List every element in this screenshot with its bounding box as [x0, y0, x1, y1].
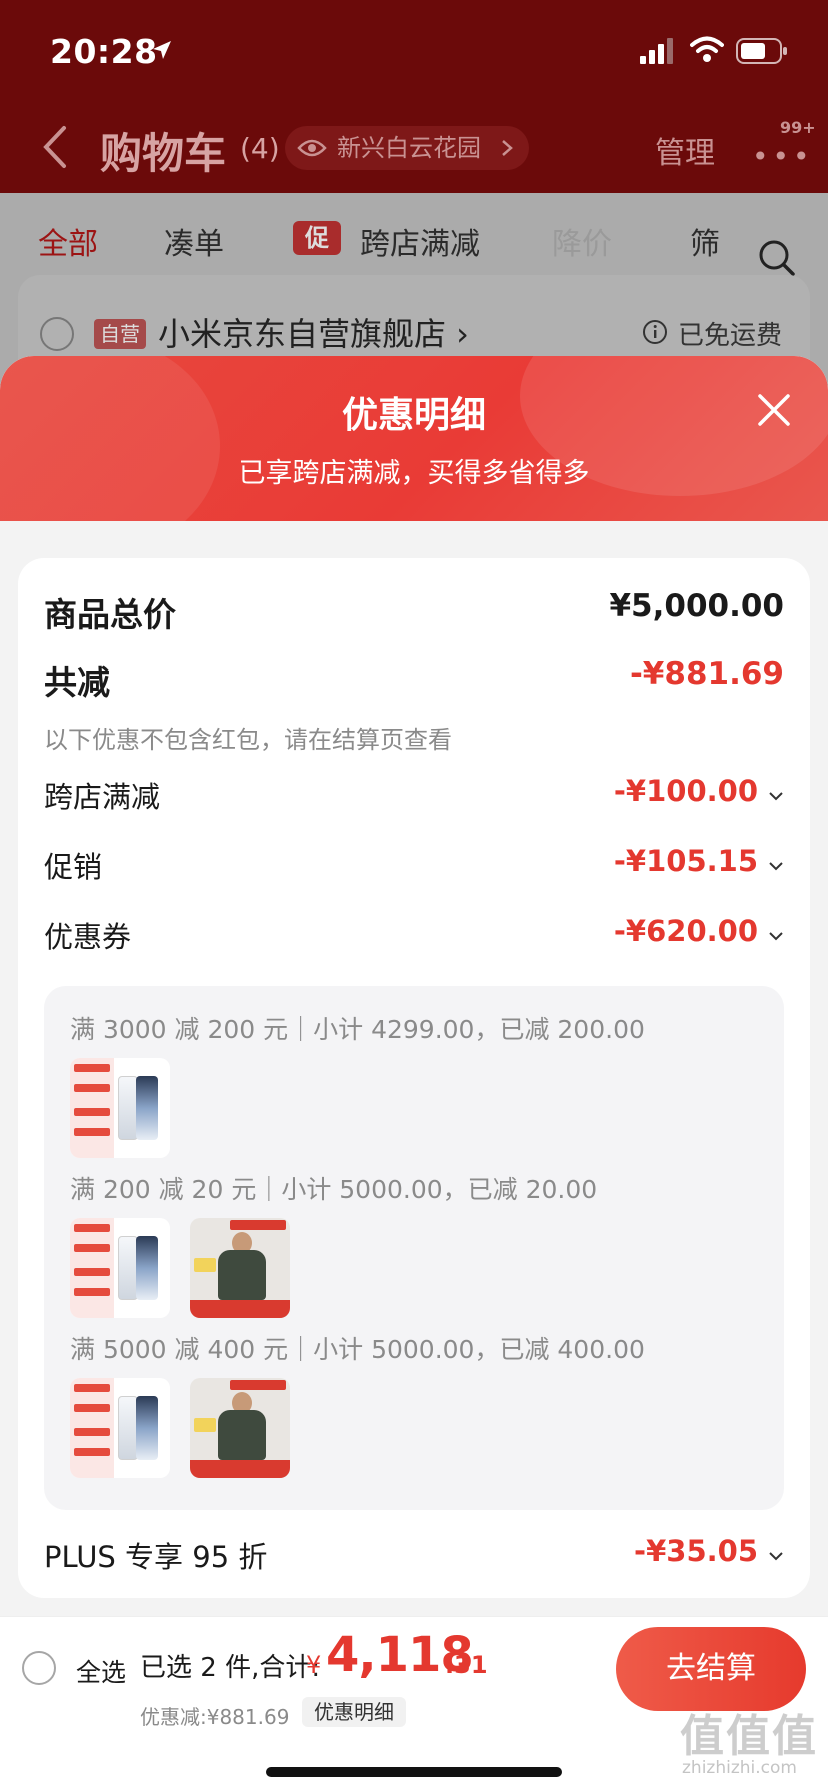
- saved-amount: 优惠减:¥881.69: [140, 1705, 290, 1729]
- chevron-down-icon: [769, 792, 783, 801]
- plus-discount-value: -¥35.05: [634, 1534, 758, 1568]
- red-packet-note: 以下优惠不包含红包，请在结算页查看: [44, 726, 452, 754]
- coupon-rule: 满 3000 减 200 元｜小计 4299.00，已减 200.00: [70, 1015, 645, 1044]
- coupon-rule: 满 5000 减 400 元｜小计 5000.00，已减 400.00: [70, 1335, 645, 1364]
- plus-discount-row[interactable]: PLUS 专享 95 折 -¥35.05: [44, 1534, 784, 1578]
- sheet-subtitle: 已享跨店满减，买得多省得多: [238, 458, 590, 489]
- page-title: 购物车: [100, 129, 227, 178]
- discount-label: 跨店满减: [44, 780, 161, 814]
- location-arrow-icon: [153, 41, 171, 59]
- promo-tag: 促: [293, 221, 341, 255]
- address-text: 新兴白云花园: [337, 134, 481, 162]
- info-icon: [643, 320, 667, 344]
- discount-row[interactable]: 优惠券 -¥620.00: [44, 914, 784, 958]
- tab-combine[interactable]: 凑单: [164, 219, 224, 263]
- close-icon[interactable]: [756, 392, 792, 428]
- discount-value: -¥105.15: [613, 844, 758, 878]
- tab-filter[interactable]: 筛: [690, 219, 720, 263]
- select-all-label[interactable]: 全选: [76, 1653, 126, 1689]
- home-indicator[interactable]: [266, 1767, 562, 1777]
- more-menu-icon[interactable]: •••: [752, 140, 814, 173]
- discount-value: -¥100.00: [613, 774, 758, 808]
- battery-icon: [736, 38, 787, 64]
- total-reduce-value: -¥881.69: [629, 656, 784, 692]
- chevron-down-icon: [769, 1552, 783, 1561]
- store-select-radio[interactable]: [40, 317, 74, 351]
- status-time: 20:28: [50, 32, 158, 71]
- coupon-rule: 满 200 减 20 元｜小计 5000.00，已减 20.00: [70, 1175, 598, 1204]
- selected-summary: 已选 2 件,合计:: [140, 1653, 321, 1683]
- select-all-radio[interactable]: [22, 1651, 56, 1685]
- discount-row[interactable]: 促销 -¥105.15: [44, 844, 784, 888]
- top-bar: 20:28 购物车 (4) 新兴白云花园 管理 ••• 99+: [0, 0, 828, 193]
- address-selector[interactable]: 新兴白云花园: [285, 126, 529, 170]
- discount-row[interactable]: 跨店满减 -¥100.00: [44, 774, 784, 818]
- total-decimal: .31: [445, 1651, 488, 1679]
- product-thumbnail[interactable]: [70, 1058, 170, 1158]
- sheet-header: 优惠明细 已享跨店满减，买得多省得多: [0, 356, 828, 521]
- product-thumbnail[interactable]: [190, 1218, 290, 1318]
- cart-header: 购物车 (4) 新兴白云花园 管理 ••• 99+: [0, 110, 828, 190]
- plus-discount-label: PLUS 专享 95 折: [44, 1540, 268, 1574]
- status-bar: 20:28: [0, 0, 828, 100]
- chevron-down-icon: [769, 932, 783, 941]
- sheet-title: 优惠明细: [341, 395, 486, 436]
- total-price-value: ¥5,000.00: [609, 588, 784, 624]
- header-decoration: [0, 356, 220, 521]
- product-thumbnail[interactable]: [190, 1378, 290, 1478]
- back-arrow-icon[interactable]: [40, 124, 70, 170]
- coupon-detail-box: 满 3000 减 200 元｜小计 4299.00，已减 200.00 满 20…: [44, 986, 784, 1510]
- chevron-down-icon: [769, 862, 783, 871]
- total-reduce-label: 共减: [44, 663, 110, 702]
- watermark-logo: 值值值: [680, 1711, 818, 1762]
- message-badge: 99+: [780, 118, 816, 137]
- tab-price-drop[interactable]: 降价: [552, 219, 612, 263]
- discount-label: 促销: [44, 850, 103, 884]
- total-reduce-row: 共减 -¥881.69: [44, 656, 784, 702]
- cart-count: (4): [240, 132, 280, 165]
- tab-all[interactable]: 全部: [38, 219, 98, 263]
- checkout-button[interactable]: 去结算: [616, 1627, 806, 1711]
- watermark-site: zhizhizhi.com: [682, 1758, 797, 1778]
- total-currency: ¥: [306, 1651, 322, 1679]
- eye-icon: [297, 139, 327, 157]
- store-name[interactable]: 小米京东自营旗舰店 ›: [158, 309, 469, 355]
- wifi-icon: [690, 36, 724, 62]
- total-price-row: 商品总价 ¥5,000.00: [44, 588, 784, 634]
- search-icon[interactable]: [758, 239, 796, 277]
- shipping-status: 已免运费: [678, 321, 783, 351]
- product-thumbnail[interactable]: [70, 1378, 170, 1478]
- self-operated-tag: 自营: [94, 319, 146, 349]
- total-price-label: 商品总价: [44, 595, 176, 634]
- discount-label: 优惠券: [44, 920, 132, 954]
- discount-card: 商品总价 ¥5,000.00 共减 -¥881.69 以下优惠不包含红包，请在结…: [18, 558, 810, 1598]
- discount-detail-button[interactable]: 优惠明细: [302, 1697, 406, 1727]
- filter-tabs: 全部 凑单 促 跨店满减 降价 筛: [0, 213, 828, 276]
- discount-detail-sheet: 优惠明细 已享跨店满减，买得多省得多 商品总价 ¥5,000.00 共减 -¥8…: [0, 356, 828, 1792]
- manage-button[interactable]: 管理: [655, 128, 715, 172]
- chevron-right-icon: [502, 140, 513, 156]
- product-thumbnail[interactable]: [70, 1218, 170, 1318]
- tab-cross-store[interactable]: 跨店满减: [360, 219, 480, 263]
- discount-value: -¥620.00: [613, 914, 758, 948]
- cellular-signal-icon: [640, 38, 673, 64]
